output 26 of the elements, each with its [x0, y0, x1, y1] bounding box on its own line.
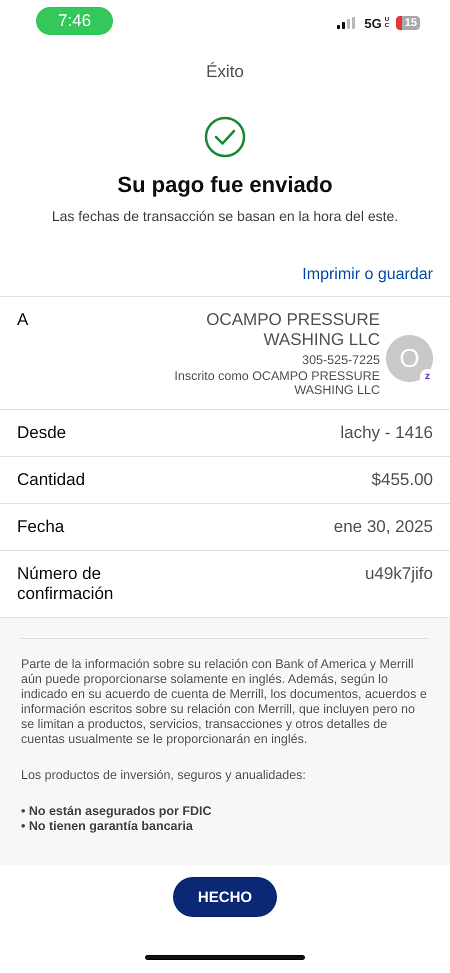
disclosure-bullet: • No están asegurados por FDIC: [21, 804, 213, 819]
signal-icon: [337, 17, 358, 29]
detail-value: $455.00: [372, 470, 433, 490]
detail-value: ene 30, 2025: [334, 516, 433, 537]
detail-label: Cantidad: [17, 470, 86, 490]
network-label: 5G: [364, 16, 382, 30]
done-button[interactable]: HECHO: [173, 877, 277, 917]
detail-value: u49k7jifo: [364, 564, 433, 584]
recipient-name: OCAMPO PRESSURE WASHING LLC: [205, 310, 380, 351]
recipient-phone: 305-525-7225: [301, 352, 380, 367]
print-link[interactable]: Imprimir o guardar: [302, 266, 433, 284]
timezone-note: Las fechas de transacción se basan en la hora del este.: [50, 208, 400, 224]
disclosure-text: Parte de la información sobre su relación con Bank of America y Merrill aún puede proporcionarse solamente en inglés. Además, según lo indicado en su acuerdo de cuenta de Merrill, los documentos, acuerdos e información escritos sobre su relación con Merrill, que incluyen pero no se limitan a productos, servicios, transacciones y otros detalles de cuentas usualmente se le proporcionarán en inglés.: [21, 656, 428, 747]
detail-label: Desde: [17, 422, 66, 443]
detail-label: A: [17, 310, 28, 330]
detail-value: lachy - 1416: [340, 422, 433, 443]
disclosure-intro: Los productos de inversión, seguros y anualidades:: [21, 768, 307, 783]
disclosure-bullet: • No tienen garantía bancaria: [21, 818, 194, 834]
battery-indicator: 15: [396, 16, 420, 30]
detail-label: Número de confirmación: [17, 564, 114, 604]
page-title: Éxito: [205, 62, 245, 82]
check-circle-icon: [204, 116, 246, 158]
success-heading: Su pago fue enviado: [116, 172, 334, 198]
detail-label: Fecha: [17, 516, 64, 537]
status-time: 7:46: [36, 7, 114, 35]
recipient-enrolled-name: Inscrito como OCAMPO PRESSURE WASHING LLC: [173, 368, 380, 397]
